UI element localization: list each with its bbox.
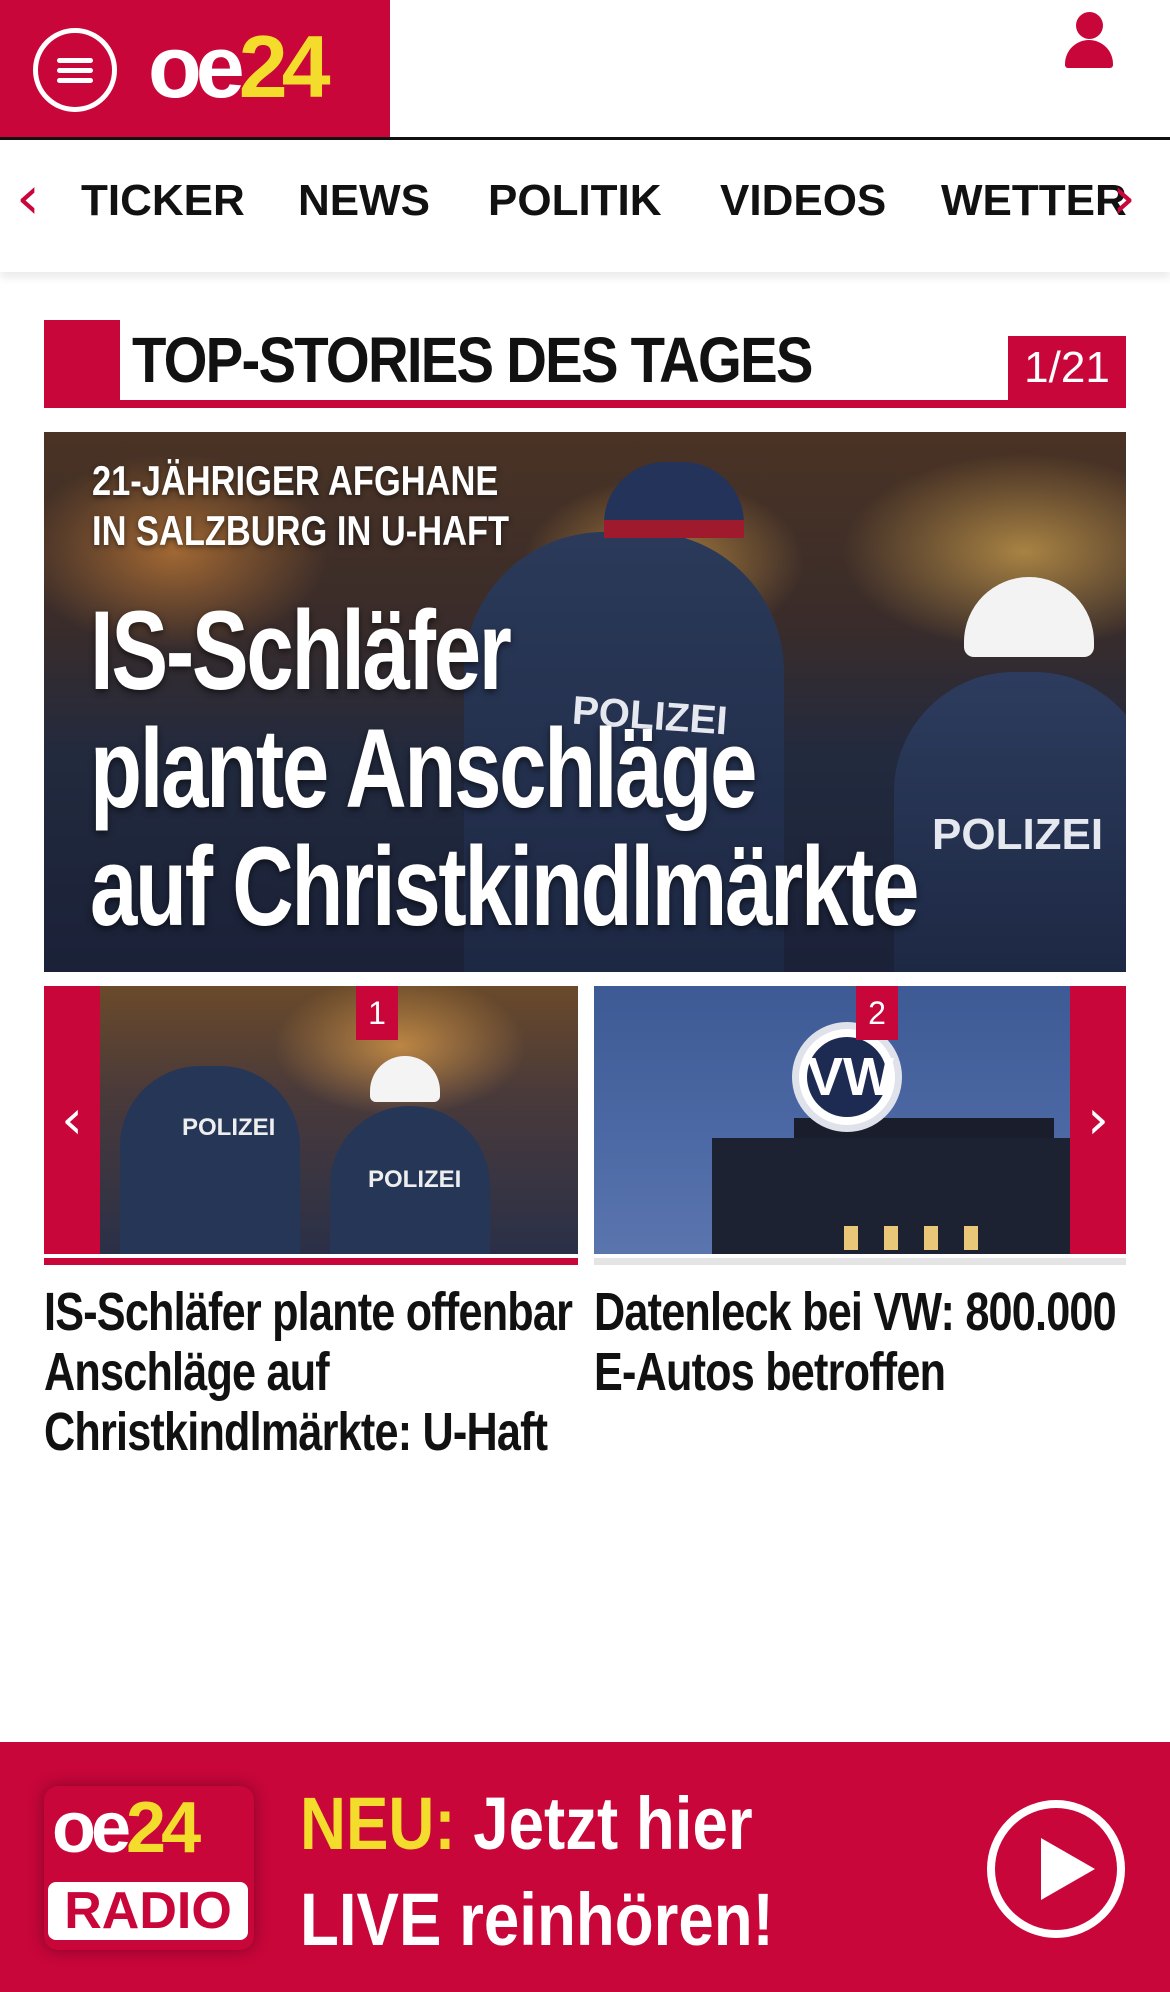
section-underline [44, 400, 1126, 408]
story-title-2[interactable]: Datenleck bei VW: 800.000 E-Autos betrof… [594, 1282, 1117, 1402]
story-thumbnail-1[interactable]: POLIZEI POLIZEI 1 [100, 986, 578, 1254]
nav-item-ticker[interactable]: TICKER [81, 176, 245, 226]
carousel-next-arrow-icon[interactable]: › [1070, 986, 1126, 1254]
hamburger-menu-icon[interactable] [33, 28, 117, 112]
category-nav: ‹ TICKER NEWS POLITIK VIDEOS WETTER › [0, 140, 1170, 272]
brand-block: oe24 [0, 0, 390, 137]
story-thumbnail-2[interactable]: VW 2 [594, 986, 1070, 1254]
thumb-uniform-text: POLIZEI [182, 1114, 276, 1141]
hero-story[interactable]: POLIZEI POLIZEI 21-JÄHRIGER AFGHANE IN S… [44, 432, 1126, 972]
radio-banner[interactable]: oe24 RADIO NEU: Jetzt hier LIVE reinhöre… [0, 1742, 1170, 1992]
nav-item-videos[interactable]: VIDEOS [720, 176, 886, 226]
radio-promo-text[interactable]: NEU: Jetzt hier LIVE reinhören! [300, 1776, 774, 1968]
nav-item-wetter[interactable]: WETTER [941, 176, 1127, 226]
play-icon[interactable] [987, 1800, 1125, 1938]
nav-next-arrow-icon[interactable]: › [1112, 168, 1136, 228]
carousel-prev-arrow-icon[interactable]: ‹ [44, 986, 100, 1254]
site-logo[interactable]: oe24 [148, 22, 331, 112]
section-marker [44, 320, 120, 408]
thumb-uniform-text-2: POLIZEI [368, 1166, 462, 1193]
hero-kicker: 21-JÄHRIGER AFGHANE IN SALZBURG IN U-HAF… [92, 457, 510, 554]
story-badge-1: 1 [356, 986, 398, 1040]
radio-logo[interactable]: oe24 RADIO [44, 1786, 254, 1950]
hero-headline[interactable]: IS-Schläfer plante Anschläge auf Christk… [90, 592, 919, 946]
story-title-1[interactable]: IS-Schläfer plante offenbar Anschläge au… [44, 1282, 573, 1462]
active-story-indicator [44, 1258, 578, 1265]
nav-item-politik[interactable]: POLITIK [488, 176, 662, 226]
story-badge-2: 2 [856, 986, 898, 1040]
hero-uniform-text-2: POLIZEI [932, 810, 1104, 859]
story-carousel: ‹ POLIZEI POLIZEI 1 VW 2 › [44, 986, 1126, 1265]
site-header: oe24 [0, 0, 1170, 140]
story-counter: 1/21 [1008, 336, 1126, 400]
user-icon[interactable] [1064, 12, 1114, 70]
section-header: TOP-STORIES DES TAGES 1/21 [44, 320, 1126, 408]
story-indicator [594, 1258, 1126, 1265]
section-title: TOP-STORIES DES TAGES [132, 324, 813, 396]
nav-item-news[interactable]: NEWS [298, 176, 430, 226]
nav-prev-arrow-icon[interactable]: ‹ [16, 168, 40, 228]
